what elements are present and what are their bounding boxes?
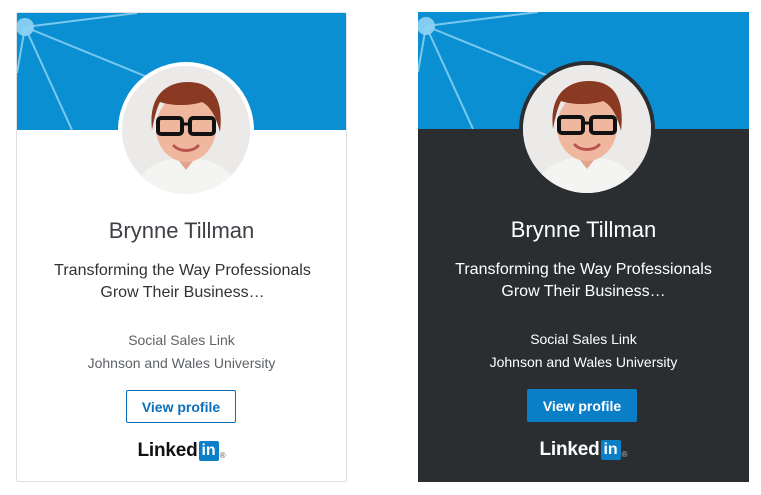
profile-company[interactable]: Social Sales Link xyxy=(17,332,346,348)
profile-name[interactable]: Brynne Tillman xyxy=(17,218,346,244)
linkedin-wordmark: Linked xyxy=(539,439,600,460)
profile-company[interactable]: Social Sales Link xyxy=(418,331,749,347)
profile-school[interactable]: Johnson and Wales University xyxy=(418,354,749,370)
linkedin-logo[interactable]: Linked in ® xyxy=(17,441,346,461)
linkedin-logo[interactable]: Linked in ® xyxy=(418,440,749,460)
linkedin-in-icon: in xyxy=(600,440,621,460)
profile-school[interactable]: Johnson and Wales University xyxy=(17,355,346,371)
linkedin-wordmark: Linked xyxy=(137,440,198,461)
linkedin-in-icon: in xyxy=(198,441,219,461)
profile-name[interactable]: Brynne Tillman xyxy=(418,217,749,243)
registered-mark: ® xyxy=(219,451,226,460)
registered-mark: ® xyxy=(621,450,628,459)
profile-photo[interactable] xyxy=(519,61,655,197)
view-profile-button[interactable]: View profile xyxy=(527,389,637,422)
profile-photo[interactable] xyxy=(118,62,254,198)
view-profile-button[interactable]: View profile xyxy=(126,390,236,423)
profile-headline: Transforming the Way Professionals Grow … xyxy=(455,261,712,300)
profile-headline: Transforming the Way Professionals Grow … xyxy=(54,262,311,301)
profile-badge-dark: Brynne Tillman Transforming the Way Prof… xyxy=(418,12,749,482)
profile-badge-light: Brynne Tillman Transforming the Way Prof… xyxy=(16,12,347,482)
